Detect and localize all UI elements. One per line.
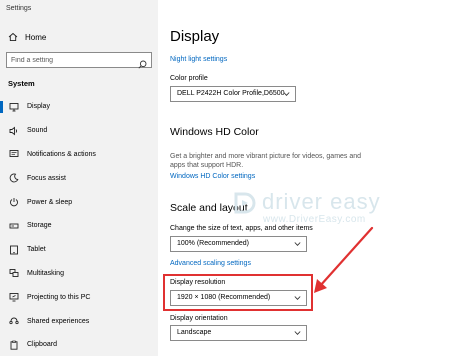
page-title: Display xyxy=(170,28,220,45)
power-icon xyxy=(9,197,19,207)
active-indicator xyxy=(0,101,3,113)
search-input[interactable] xyxy=(11,55,129,65)
sidebar-item-label: Tablet xyxy=(27,246,46,254)
sidebar-item-focus-assist[interactable]: Focus assist xyxy=(0,166,158,190)
search-box[interactable] xyxy=(6,52,152,69)
color-profile-value: DELL P2422H Color Profile,D6500 xyxy=(177,90,285,97)
hd-color-settings-link[interactable]: Windows HD Color settings xyxy=(170,173,255,180)
orientation-value: Landscape xyxy=(177,329,212,336)
sidebar-item-clipboard[interactable]: Clipboard xyxy=(0,333,158,356)
speaker-icon xyxy=(9,126,19,136)
notification-icon xyxy=(9,149,19,159)
driver-easy-logo-icon xyxy=(232,190,258,216)
chevron-down-icon xyxy=(283,91,290,97)
sidebar-item-label: Power & sleep xyxy=(27,198,73,206)
moon-icon xyxy=(9,173,19,183)
hd-color-description: Get a brighter and more vibrant picture … xyxy=(170,153,362,169)
tablet-icon xyxy=(9,245,19,255)
sidebar-item-label: Sound xyxy=(27,127,48,135)
home-label: Home xyxy=(25,32,47,42)
color-profile-dropdown[interactable]: DELL P2422H Color Profile,D6500 xyxy=(170,86,296,102)
sidebar-item-shared-experiences[interactable]: Shared experiences xyxy=(0,309,158,333)
sidebar-item-projecting[interactable]: Projecting to this PC xyxy=(0,285,158,309)
sidebar-item-sound[interactable]: Sound xyxy=(0,119,158,143)
projecting-icon xyxy=(9,292,19,302)
scale-value: 100% (Recommended) xyxy=(177,240,249,247)
sidebar-item-display[interactable]: Display xyxy=(0,95,158,119)
sidebar-item-storage[interactable]: Storage xyxy=(0,214,158,238)
color-profile-label: Color profile xyxy=(170,75,208,82)
orientation-label: Display orientation xyxy=(170,315,228,322)
sidebar-item-label: Focus assist xyxy=(27,174,66,182)
chevron-down-icon xyxy=(294,330,301,336)
sidebar: Settings Home System Display Sound xyxy=(0,0,158,356)
night-light-settings-link[interactable]: Night light settings xyxy=(170,56,227,63)
sidebar-item-power-sleep[interactable]: Power & sleep xyxy=(0,190,158,214)
sidebar-item-label: Storage xyxy=(27,222,52,230)
shared-icon xyxy=(9,316,19,326)
sidebar-item-notifications[interactable]: Notifications & actions xyxy=(0,143,158,167)
scale-dropdown[interactable]: 100% (Recommended) xyxy=(170,236,307,252)
watermark-text: driver easy xyxy=(262,189,381,214)
clipboard-icon xyxy=(9,340,19,350)
advanced-scaling-link[interactable]: Advanced scaling settings xyxy=(170,260,251,267)
home-icon xyxy=(8,32,18,42)
resolution-highlight-box xyxy=(163,274,313,311)
window-title: Settings xyxy=(6,5,32,12)
orientation-dropdown[interactable]: Landscape xyxy=(170,325,307,341)
sidebar-section-system: System xyxy=(8,79,35,88)
sidebar-nav: Display Sound Notifications & actions Fo… xyxy=(0,95,158,356)
sidebar-item-label: Display xyxy=(27,103,50,111)
sidebar-item-label: Notifications & actions xyxy=(27,150,96,158)
sidebar-item-multitasking[interactable]: Multitasking xyxy=(0,262,158,286)
watermark-url: www.DriverEasy.com xyxy=(263,214,366,225)
chevron-down-icon xyxy=(294,241,301,247)
home-nav-item[interactable]: Home xyxy=(8,31,46,43)
sidebar-item-label: Projecting to this PC xyxy=(27,293,91,301)
monitor-icon xyxy=(9,102,19,112)
sidebar-item-label: Multitasking xyxy=(27,269,64,277)
hd-color-heading: Windows HD Color xyxy=(170,126,259,138)
multitasking-icon xyxy=(9,268,19,278)
storage-icon xyxy=(9,221,19,231)
sidebar-item-label: Clipboard xyxy=(27,341,57,349)
sidebar-item-label: Shared experiences xyxy=(27,317,90,325)
search-icon[interactable] xyxy=(138,56,147,69)
sidebar-item-tablet[interactable]: Tablet xyxy=(0,238,158,262)
scale-label: Change the size of text, apps, and other… xyxy=(170,225,313,232)
